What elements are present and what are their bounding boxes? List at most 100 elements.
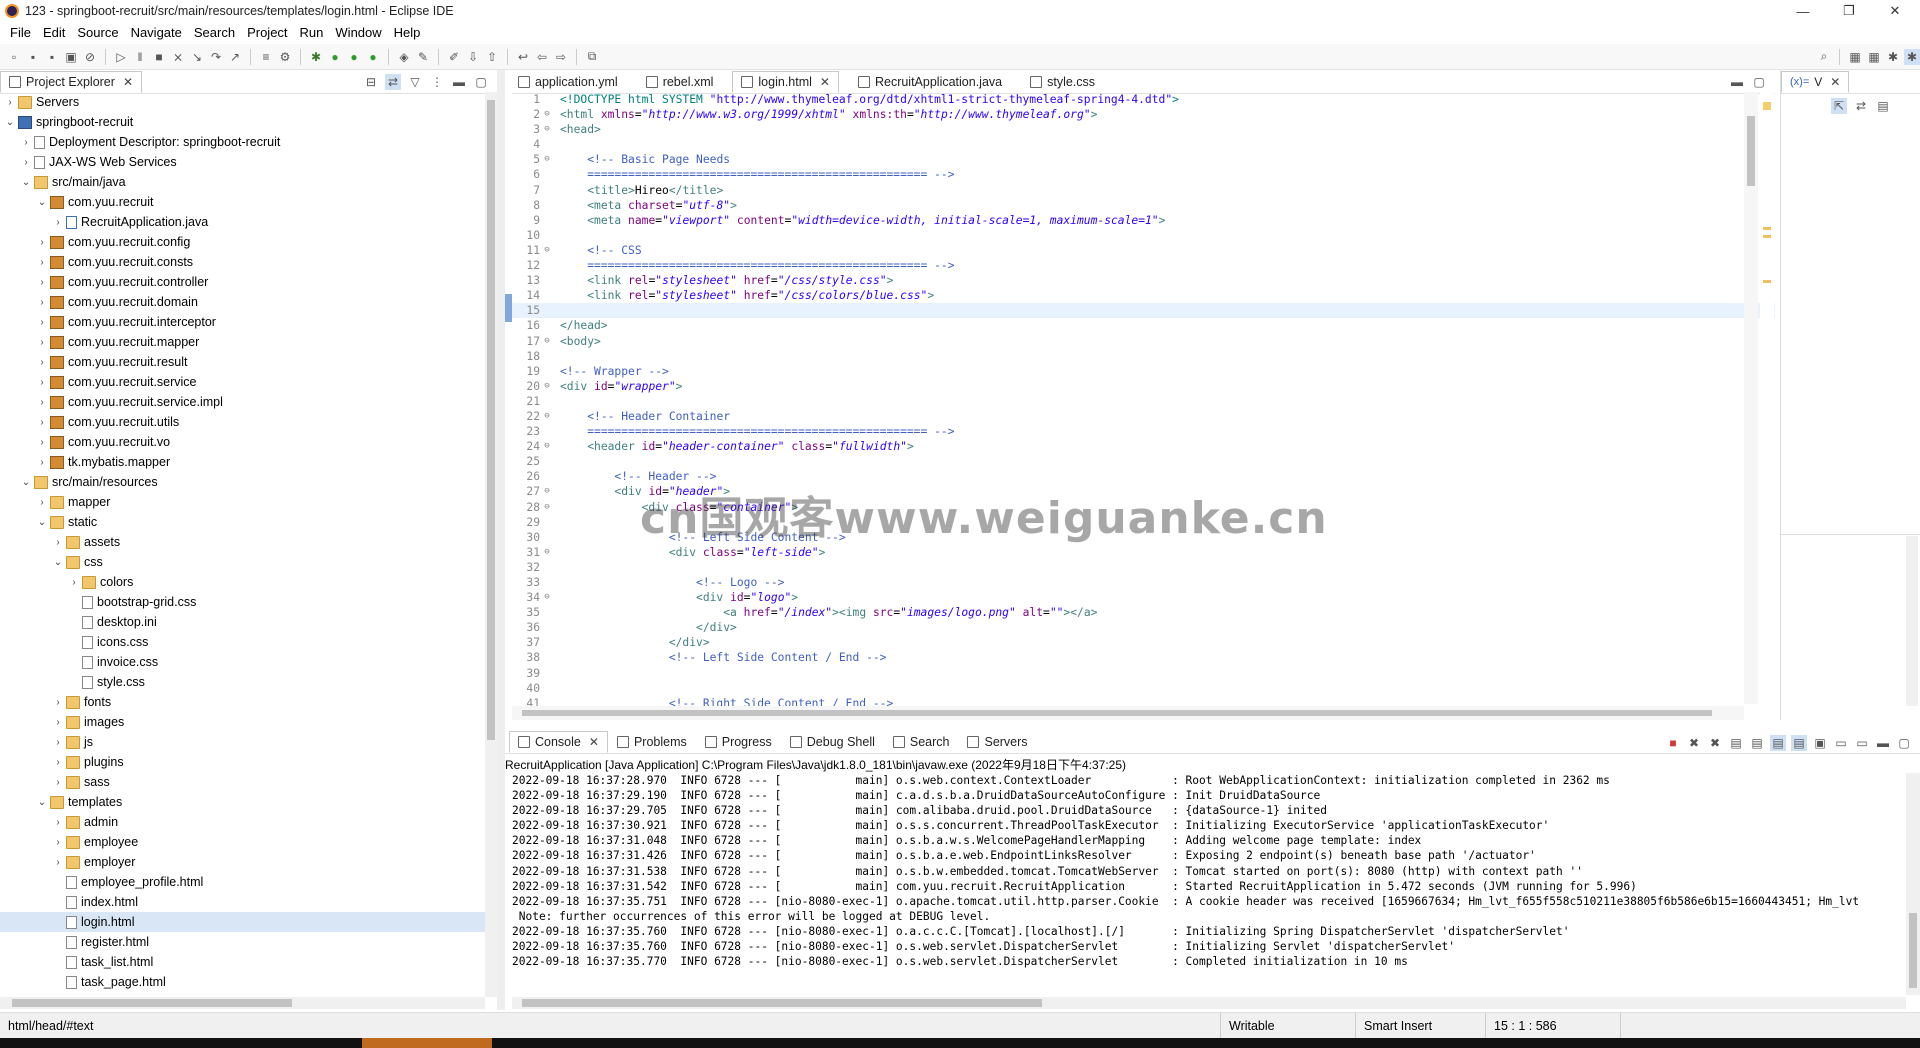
tree-item[interactable]: › js — [0, 732, 497, 752]
perspective-javaee-icon[interactable]: ▦ — [1847, 49, 1863, 65]
tree-item[interactable]: › Servers — [0, 92, 497, 112]
tree-item[interactable]: employee_profile.html — [0, 872, 497, 892]
tab-debug-shell[interactable]: Debug Shell — [781, 731, 884, 753]
suspend-icon[interactable]: ‖ — [132, 49, 148, 65]
tree-item[interactable]: › tk.mybatis.mapper — [0, 452, 497, 472]
expand-icon[interactable]: › — [36, 497, 48, 508]
minimize-button[interactable]: — — [1780, 0, 1826, 22]
display-console-icon[interactable]: ▭ — [1833, 735, 1849, 751]
show-on-output-icon[interactable]: ▤ — [1770, 735, 1786, 751]
pin-console-icon[interactable]: ▣ — [1812, 735, 1828, 751]
build-icon[interactable]: ⚙ — [277, 49, 293, 65]
save-icon[interactable]: ▪ — [25, 49, 41, 65]
tree-item[interactable]: › Deployment Descriptor: springboot-recru… — [0, 132, 497, 152]
skip-breakpoints-icon[interactable]: ⊘ — [82, 49, 98, 65]
run-coverage-icon[interactable]: ● — [346, 49, 362, 65]
expand-icon[interactable]: › — [52, 717, 64, 728]
tree-item[interactable]: › mapper — [0, 492, 497, 512]
expand-icon[interactable]: › — [36, 437, 48, 448]
minimize-editor-icon[interactable]: ▬ — [1729, 74, 1745, 90]
disconnect-icon[interactable]: ⨯ — [170, 49, 186, 65]
expand-icon[interactable]: › — [36, 377, 48, 388]
tree-item[interactable]: ⌄ com.yuu.recruit — [0, 192, 497, 212]
editor-tab[interactable]: RecruitApplication.java — [849, 71, 1011, 93]
step-into-icon[interactable]: ↘ — [189, 49, 205, 65]
collapse-icon[interactable]: ⌄ — [36, 517, 48, 528]
code-editor[interactable]: 1 <!DOCTYPE html SYSTEM "http://www.thyme… — [512, 92, 1775, 722]
expand-icon[interactable]: › — [36, 257, 48, 268]
open-console-icon[interactable]: ▭ — [1854, 735, 1870, 751]
link-editor-icon[interactable]: ⇄ — [385, 74, 401, 90]
tree-item[interactable]: › assets — [0, 532, 497, 552]
tree-item[interactable]: › com.yuu.recruit.interceptor — [0, 312, 497, 332]
menu-item-help[interactable]: Help — [388, 25, 427, 40]
expand-icon[interactable]: › — [52, 217, 64, 228]
tree-item[interactable]: bootstrap-grid.css — [0, 592, 497, 612]
restore-button[interactable]: ❐ — [1826, 0, 1872, 22]
tree-scrollbar[interactable] — [485, 92, 497, 997]
collapse-all-icon[interactable]: ⊟ — [363, 74, 379, 90]
tab-console[interactable]: Console ✕ — [509, 731, 608, 753]
menu-item-window[interactable]: Window — [329, 25, 387, 40]
expand-icon[interactable]: › — [52, 697, 64, 708]
remove-launch-icon[interactable]: ✖ — [1686, 735, 1702, 751]
tree-item[interactable]: › com.yuu.recruit.consts — [0, 252, 497, 272]
tree-item[interactable]: › images — [0, 712, 497, 732]
close-button[interactable]: ✕ — [1872, 0, 1918, 22]
menu-item-file[interactable]: File — [4, 25, 37, 40]
tree-hscrollbar[interactable] — [0, 997, 485, 1009]
editor-scrollbar[interactable] — [1744, 92, 1758, 704]
expand-icon[interactable]: › — [20, 157, 32, 168]
step-over-icon[interactable]: ↷ — [208, 49, 224, 65]
menu-item-edit[interactable]: Edit — [37, 25, 71, 40]
tree-item[interactable]: › com.yuu.recruit.service.impl — [0, 392, 497, 412]
expand-icon[interactable]: › — [36, 297, 48, 308]
forward-icon[interactable]: ⇨ — [553, 49, 569, 65]
show-on-error-icon[interactable]: ▤ — [1791, 735, 1807, 751]
expand-icon[interactable]: › — [52, 537, 64, 548]
annotation-prev-icon[interactable]: ⇧ — [484, 49, 500, 65]
tree-item[interactable]: ⌄ src/main/java — [0, 172, 497, 192]
tab-problems[interactable]: Problems — [608, 731, 696, 753]
step-return-icon[interactable]: ↗ — [227, 49, 243, 65]
maximize-panel-icon[interactable]: ▢ — [1896, 735, 1912, 751]
editor-hscrollbar[interactable] — [512, 706, 1744, 720]
tab-search[interactable]: Search — [884, 731, 959, 753]
fold-icon[interactable]: ⊖ — [542, 152, 552, 167]
tree-item[interactable]: › com.yuu.recruit.config — [0, 232, 497, 252]
console-output[interactable]: 2022-09-18 16:37:28.970 INFO 6728 --- [ … — [512, 773, 1912, 1013]
expand-icon[interactable]: › — [36, 277, 48, 288]
perspective-debug-icon[interactable]: ✱ — [1885, 49, 1901, 65]
expand-icon[interactable]: › — [52, 777, 64, 788]
tree-item[interactable]: › sass — [0, 772, 497, 792]
editor-tab[interactable]: style.css — [1021, 71, 1104, 93]
maximize-editor-icon[interactable]: ▢ — [1751, 74, 1767, 90]
terminate-console-icon[interactable]: ■ — [1665, 735, 1681, 751]
terminate-icon[interactable]: ■ — [151, 49, 167, 65]
tree-item[interactable]: › plugins — [0, 752, 497, 772]
collapse-icon[interactable]: ⇄ — [1853, 98, 1869, 114]
collapse-icon[interactable]: ⌄ — [4, 117, 16, 128]
menu-item-project[interactable]: Project — [241, 25, 293, 40]
tree-item[interactable]: › com.yuu.recruit.mapper — [0, 332, 497, 352]
search-toolbar-icon[interactable]: ✐ — [446, 49, 462, 65]
perspective-java-icon[interactable]: ▦ — [1866, 49, 1882, 65]
fold-icon[interactable]: ⊖ — [542, 545, 552, 560]
fold-icon[interactable]: ⊖ — [542, 590, 552, 605]
tree-item[interactable]: icons.css — [0, 632, 497, 652]
expand-icon[interactable]: › — [36, 417, 48, 428]
editor-tab[interactable]: rebel.xml — [637, 71, 723, 93]
layout-icon[interactable]: ▤ — [1875, 98, 1891, 114]
tree-item[interactable]: › com.yuu.recruit.utils — [0, 412, 497, 432]
tree-item[interactable]: ⌄ templates — [0, 792, 497, 812]
tree-item[interactable]: › employer — [0, 852, 497, 872]
tree-item[interactable]: › fonts — [0, 692, 497, 712]
fold-icon[interactable]: ⊖ — [542, 334, 552, 349]
expand-icon[interactable]: › — [52, 817, 64, 828]
editor-tab[interactable]: application.yml — [509, 71, 627, 93]
expand-icon[interactable]: › — [36, 357, 48, 368]
tree-item[interactable]: ⌄ springboot-recruit — [0, 112, 497, 132]
search-icon[interactable]: ⌕ — [1816, 49, 1832, 65]
fold-icon[interactable]: ⊖ — [542, 484, 552, 499]
tree-item[interactable]: › com.yuu.recruit.service — [0, 372, 497, 392]
